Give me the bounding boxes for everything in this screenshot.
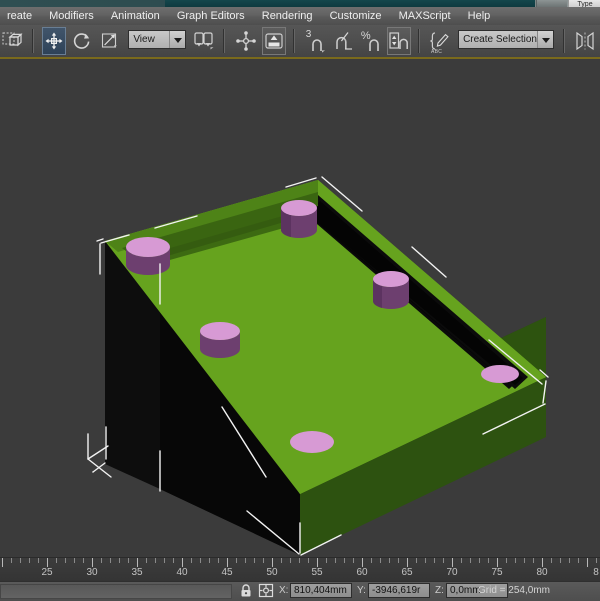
pocket-back-left	[126, 237, 170, 275]
menu-item-graph-editors[interactable]: Graph Editors	[170, 7, 252, 25]
toolbar-separator	[32, 29, 35, 53]
toolbar-separator	[223, 29, 226, 53]
y-coordinate-field[interactable]: -3946,619r	[368, 583, 430, 598]
snaps-toggle-icon[interactable]: 3	[303, 27, 327, 55]
menu-item-modifiers[interactable]: Modifiers	[42, 7, 101, 25]
timeline-ruler[interactable]: 25 30 35 40 45 50 55 60 65 70 75 80 8	[0, 557, 600, 582]
select-and-rotate-icon[interactable]	[70, 27, 94, 55]
select-and-scale-icon[interactable]	[98, 27, 122, 55]
percent-snap-toggle-icon[interactable]: %	[359, 27, 383, 55]
max-window: Type reate Modifiers Animation Graph Edi…	[0, 0, 600, 601]
menu-item-maxscript[interactable]: MAXScript	[392, 7, 458, 25]
title-bar-caption	[165, 0, 535, 7]
abc-label: ABC	[431, 49, 443, 55]
reference-coordinate-system-dropdown[interactable]: View	[128, 30, 187, 49]
ruler-label: 30	[86, 567, 98, 578]
reference-coordinate-system-value: View	[133, 34, 155, 45]
window-controls[interactable]	[536, 0, 567, 7]
title-bar	[0, 0, 600, 7]
align-icon[interactable]	[261, 27, 286, 55]
mirror-geometry-icon[interactable]	[573, 27, 597, 55]
ruler-label: 8	[593, 567, 599, 578]
pocket-back-center	[281, 200, 317, 238]
pocket-left-middle	[200, 322, 240, 358]
chevron-down-icon[interactable]	[537, 31, 554, 48]
pocket-right-corner	[481, 365, 519, 383]
lock-selection-icon[interactable]	[238, 583, 254, 598]
toolbar-separator	[563, 29, 566, 53]
absolute-relative-transform-icon[interactable]	[258, 583, 274, 598]
mirror-icon[interactable]	[234, 27, 258, 55]
menu-item-create[interactable]: reate	[0, 7, 39, 25]
menu-item-animation[interactable]: Animation	[104, 7, 167, 25]
ruler-label: 35	[131, 567, 143, 578]
menu-item-customize[interactable]: Customize	[323, 7, 389, 25]
use-center-flyout-icon[interactable]	[192, 27, 216, 55]
x-coordinate-field[interactable]: 810,404mm	[290, 583, 352, 598]
named-selection-set-dropdown[interactable]: Create Selection Se	[458, 30, 555, 49]
menu-item-help[interactable]: Help	[461, 7, 498, 25]
ruler-label: 75	[491, 567, 503, 578]
spinner-snap-toggle-icon[interactable]	[386, 27, 411, 55]
menu-bar: reate Modifiers Animation Graph Editors …	[0, 7, 600, 26]
ruler-label: 65	[401, 567, 413, 578]
ruler-label: 40	[176, 567, 188, 578]
ruler-label: 70	[446, 567, 458, 578]
pocket-front	[290, 431, 334, 453]
status-bar: X: 810,404mm Y: -3946,619r Z: 0,0mm Grid…	[0, 581, 600, 600]
ruler-label: 80	[536, 567, 548, 578]
ruler-label: 50	[266, 567, 278, 578]
perspective-viewport[interactable]	[0, 59, 600, 557]
z-coordinate-label: Z:	[435, 585, 444, 596]
x-coordinate-label: X:	[279, 585, 289, 596]
menu-item-rendering[interactable]: Rendering	[255, 7, 320, 25]
pocket-right-middle	[372, 271, 409, 309]
chevron-down-icon[interactable]	[169, 31, 186, 48]
ruler-label: 25	[41, 567, 53, 578]
toolbar-separator	[292, 29, 295, 53]
angle-snap-toggle-icon[interactable]	[331, 27, 355, 55]
toolbar-separator	[417, 29, 420, 53]
select-and-move-icon[interactable]	[42, 27, 67, 55]
select-object-icon[interactable]	[1, 27, 25, 55]
edit-named-selection-sets-icon[interactable]: ABC	[428, 27, 452, 55]
grid-size-label: Grid = 254,0mm	[478, 585, 550, 596]
y-coordinate-label: Y:	[357, 585, 366, 596]
ruler-label: 60	[356, 567, 368, 578]
ruler-label: 45	[221, 567, 233, 578]
main-toolbar: View 3 % ABC Create Selection Se	[0, 25, 600, 59]
viewport-scene	[0, 59, 600, 557]
ruler-label: 55	[311, 567, 323, 578]
